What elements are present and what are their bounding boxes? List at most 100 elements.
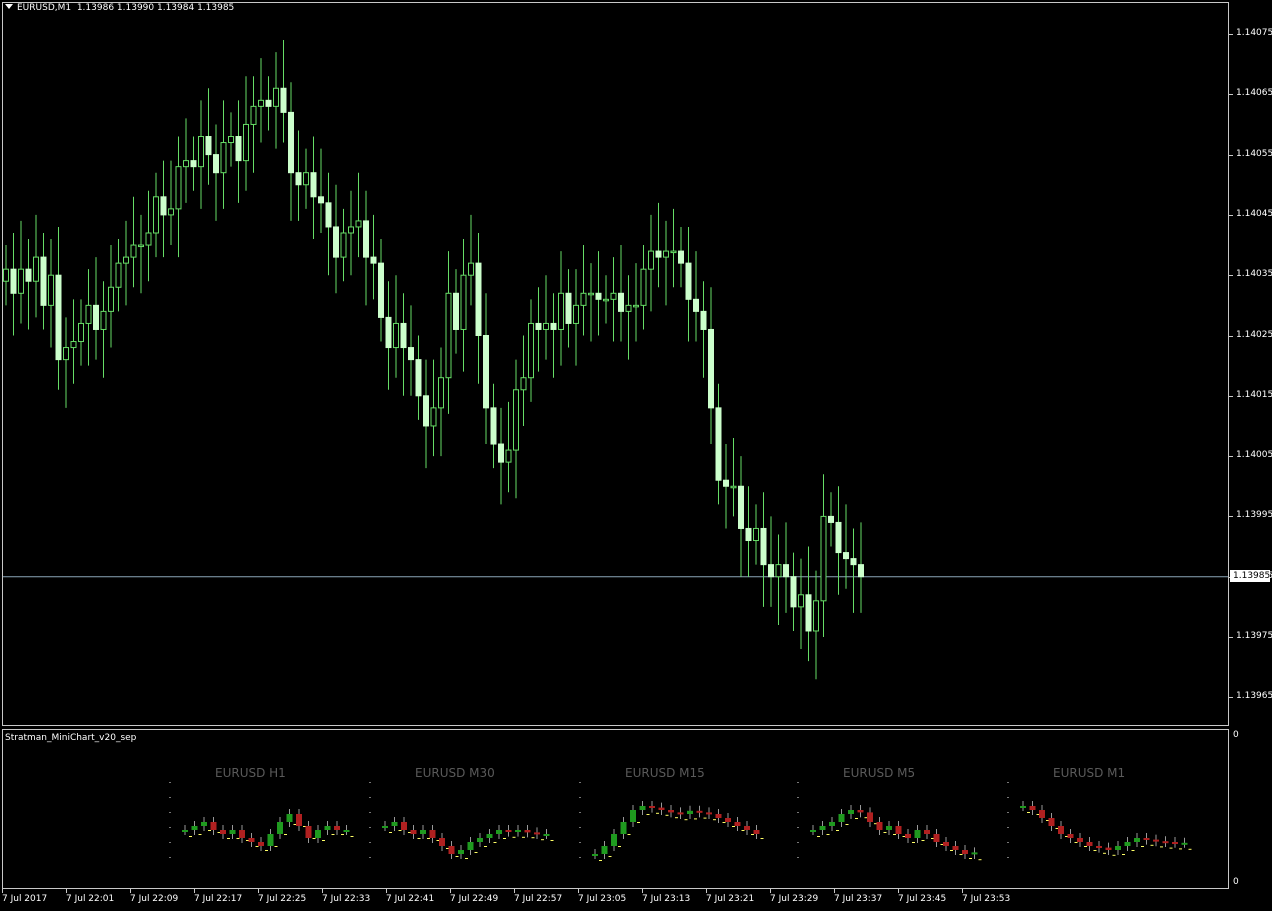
mini-chart-title: EURUSD M1 — [1053, 766, 1125, 780]
mini-candle — [1029, 801, 1040, 815]
candle — [640, 245, 647, 330]
mini-chart-title: EURUSD M30 — [415, 766, 495, 780]
candle — [573, 269, 579, 366]
candle — [535, 287, 542, 372]
candlestick-chart: EURUSD H1 EURUSD M30 EURUSD M15 EURUSD M5 EU… — [3, 40, 1228, 861]
candle — [415, 335, 422, 420]
candle — [850, 528, 857, 613]
mini-candle — [1077, 833, 1087, 847]
mini-candle — [1124, 837, 1135, 851]
candle — [205, 88, 212, 185]
mini-candle — [305, 821, 316, 843]
time-tick — [2, 889, 3, 893]
mini-candle — [505, 825, 516, 838]
candle — [153, 172, 159, 258]
mini-candle — [668, 805, 678, 819]
time-label: 7 Jul 23:05 — [578, 894, 627, 904]
mini-candle — [524, 825, 535, 839]
time-tick — [898, 889, 899, 893]
mini-candle — [1096, 841, 1106, 854]
time-label: 7 Jul 22:57 — [514, 894, 563, 904]
time-label: 7 Jul 23:21 — [706, 894, 755, 904]
mini-candle — [382, 821, 392, 833]
mini-candle — [886, 821, 896, 835]
price-label: 1.14035 — [1236, 269, 1272, 280]
mini-candle — [943, 837, 953, 851]
time-label: 7 Jul 22:01 — [66, 894, 115, 904]
candle — [460, 239, 467, 372]
mini-chart-title: EURUSD H1 — [215, 766, 286, 780]
price-tick — [1229, 456, 1233, 458]
current-price-marker: 1.13985 — [1230, 570, 1270, 582]
candle — [273, 52, 279, 149]
mini-candle — [448, 841, 459, 859]
time-tick — [514, 889, 515, 893]
candle — [115, 239, 122, 312]
mini-candle — [971, 847, 982, 861]
candle — [745, 486, 752, 577]
mini-candle — [649, 801, 659, 814]
mini-candle — [429, 825, 440, 843]
candle — [468, 214, 474, 306]
time-label: 7 Jul 2017 — [2, 894, 48, 904]
candle — [753, 504, 759, 565]
price-label: 1.14025 — [1236, 329, 1272, 340]
candle — [715, 383, 722, 505]
time-tick — [386, 889, 387, 893]
time-tick — [642, 889, 643, 893]
candle — [265, 76, 272, 131]
candle — [513, 359, 519, 499]
mini-candle — [1115, 841, 1125, 855]
mini-candle — [1153, 834, 1163, 848]
candle — [805, 546, 812, 662]
mini-candle — [914, 825, 925, 843]
chevron-down-icon[interactable] — [5, 4, 13, 9]
candle — [423, 359, 429, 469]
mini-candle — [706, 807, 716, 821]
mini-candle — [677, 807, 688, 821]
candle — [385, 281, 392, 390]
candle — [198, 100, 204, 209]
candle — [738, 456, 744, 577]
candle — [243, 76, 249, 191]
candle — [138, 214, 144, 294]
candle — [580, 245, 587, 336]
time-label: 7 Jul 23:53 — [962, 894, 1011, 904]
candle — [258, 58, 264, 143]
candle — [310, 136, 317, 240]
time-tick — [194, 889, 195, 893]
time-label: 7 Jul 22:09 — [130, 894, 179, 904]
candle — [190, 136, 197, 191]
price-label: 1.14075 — [1236, 28, 1272, 38]
candle — [670, 208, 677, 288]
price-tick — [1229, 395, 1233, 397]
mini-candle — [486, 829, 497, 843]
mini-candle — [857, 805, 868, 819]
candle — [18, 220, 24, 324]
candle — [565, 269, 572, 348]
mini-candle — [725, 813, 735, 827]
candle — [813, 570, 819, 680]
time-label: 7 Jul 23:37 — [834, 894, 883, 904]
candle — [175, 136, 182, 258]
price-tick — [1229, 335, 1233, 337]
mini-candle — [191, 821, 202, 835]
candle — [618, 245, 624, 342]
mini-candle — [1134, 833, 1144, 847]
candle — [393, 275, 399, 378]
mini-candle — [182, 825, 192, 837]
symbol-quote: EURUSD,M1 1.13986 1.13990 1.13984 1.1398… — [17, 3, 235, 13]
mini-candle — [1048, 813, 1059, 831]
mini-candle — [924, 825, 934, 839]
price-label: 1.14055 — [1236, 148, 1272, 159]
mini-candle — [543, 829, 554, 841]
candle — [408, 305, 414, 396]
mini-candle — [477, 833, 487, 847]
mini-candle — [210, 817, 221, 835]
mini-candle — [420, 825, 430, 839]
candle — [340, 208, 347, 282]
mini-candle — [867, 807, 877, 827]
mini-candle — [962, 845, 972, 859]
candle — [220, 100, 227, 209]
mini-candle — [239, 825, 249, 843]
